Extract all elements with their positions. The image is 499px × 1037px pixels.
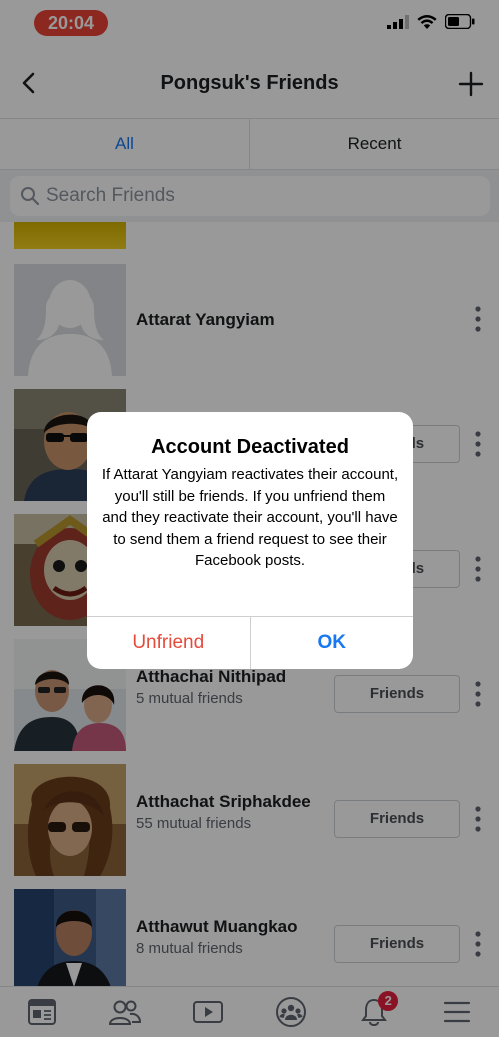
ok-button[interactable]: OK: [249, 617, 414, 669]
dialog-title: Account Deactivated: [151, 436, 349, 458]
dialog-actions: Unfriend OK: [87, 616, 413, 669]
account-deactivated-dialog: Account Deactivated If Attarat Yangyiam …: [87, 412, 413, 669]
unfriend-button[interactable]: Unfriend: [87, 617, 250, 669]
dialog-message: If Attarat Yangyiam reactivates their ac…: [101, 466, 399, 569]
